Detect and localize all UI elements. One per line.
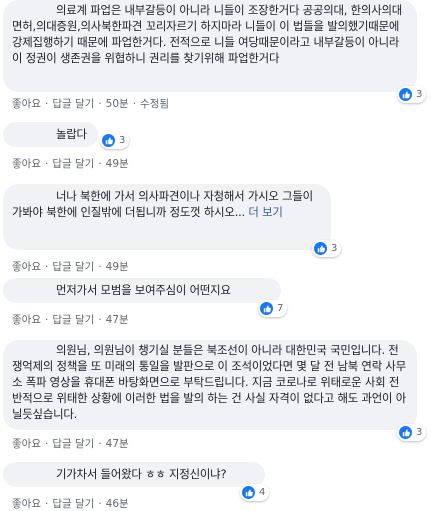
comment-actions: 좋아요 · 답글 달기 · 49분: [12, 259, 129, 274]
like-reaction-icon: [260, 302, 273, 315]
comment-time[interactable]: 47분: [106, 312, 129, 327]
comment-text: 놀랍다: [56, 127, 87, 141]
reply-link[interactable]: 답글 달기: [52, 496, 94, 511]
comment-bubble: 먼저가서 모범을 보여주심이 어떤지요: [3, 278, 281, 303]
comment-bubble: 너나 북한에 가서 의사파견이나 자청해서 가시오 그들이 가봐야 북한에 인질…: [3, 184, 331, 250]
comment-bubble: 의원님, 의원님이 챙기실 분들은 북조선이 아니라 대한민국 국민입니다. 전…: [3, 340, 417, 430]
comment-bubble: 기가차서 들어왔다 ㅎㅎ 지정신이냐?: [3, 462, 265, 487]
comment-bubble: 놀랍다: [3, 122, 98, 147]
comment-text: 의료계 파업은 내부갈등이 아니라 니들이 조장한거다 공공의대, 한의사의대면…: [12, 3, 403, 65]
like-reaction-icon: [242, 486, 255, 499]
reaction-count[interactable]: 7: [258, 300, 288, 317]
comment-text: 먼저가서 모범을 보여주심이 어떤지요: [56, 283, 231, 297]
comment-time[interactable]: 46분: [106, 496, 129, 511]
comment-actions: 좋아요 · 답글 달기 · 49분: [12, 156, 129, 171]
reaction-count[interactable]: 3: [312, 240, 342, 257]
reaction-count[interactable]: 3: [100, 132, 130, 149]
like-link[interactable]: 좋아요: [12, 259, 41, 274]
like-link[interactable]: 좋아요: [12, 496, 41, 511]
reply-link[interactable]: 답글 달기: [52, 259, 94, 274]
comment-text: 기가차서 들어왔다 ㅎㅎ 지정신이냐?: [56, 467, 227, 481]
reply-link[interactable]: 답글 달기: [52, 96, 94, 111]
like-reaction-icon: [102, 134, 115, 147]
like-link[interactable]: 좋아요: [12, 436, 41, 451]
comment-actions: 좋아요 · 답글 달기 · 47분: [12, 312, 129, 327]
comment-author[interactable]: [12, 188, 56, 200]
reaction-count[interactable]: 3: [397, 424, 427, 441]
like-reaction-icon: [314, 242, 327, 255]
comment-author[interactable]: [12, 342, 56, 354]
reply-link[interactable]: 답글 달기: [52, 156, 94, 171]
reply-link[interactable]: 답글 달기: [52, 436, 94, 451]
see-more-link[interactable]: 더 보기: [248, 205, 282, 219]
comment-time[interactable]: 47분: [106, 436, 129, 451]
comment-actions: 좋아요 · 답글 달기 · 50분 · 수정됨: [12, 96, 170, 111]
like-link[interactable]: 좋아요: [12, 312, 41, 327]
comment-time[interactable]: 50분: [106, 96, 129, 111]
edited-label: 수정됨: [140, 98, 170, 110]
like-reaction-icon: [399, 426, 412, 439]
comment-author[interactable]: [12, 282, 56, 294]
reaction-count[interactable]: 4: [240, 484, 270, 501]
comment-actions: 좋아요 · 답글 달기 · 47분: [12, 436, 129, 451]
comment-author[interactable]: [12, 466, 56, 478]
comment-time[interactable]: 49분: [106, 259, 129, 274]
comment-author[interactable]: [12, 126, 56, 138]
like-link[interactable]: 좋아요: [12, 156, 41, 171]
comment-bubble: 의료계 파업은 내부갈등이 아니라 니들이 조장한거다 공공의대, 한의사의대면…: [3, 0, 417, 92]
like-reaction-icon: [399, 88, 412, 101]
comment-author[interactable]: [12, 2, 56, 14]
like-link[interactable]: 좋아요: [12, 96, 41, 111]
comment-actions: 좋아요 · 답글 달기 · 46분: [12, 496, 129, 511]
comment-text: 의원님, 의원님이 챙기실 분들은 북조선이 아니라 대한민국 국민입니다. 전…: [12, 343, 406, 421]
reply-link[interactable]: 답글 달기: [52, 312, 94, 327]
reaction-count[interactable]: 3: [397, 86, 427, 103]
comment-time[interactable]: 49분: [106, 156, 129, 171]
